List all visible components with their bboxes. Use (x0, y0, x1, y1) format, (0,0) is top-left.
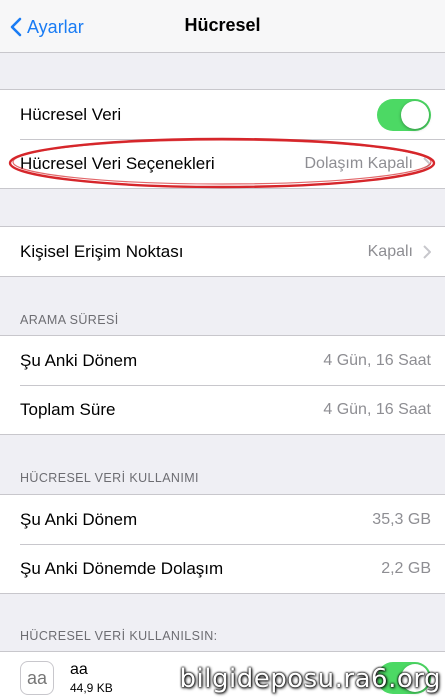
call-time-current-row: Şu Anki Dönem 4 Gün, 16 Saat (0, 336, 445, 385)
apps-header: HÜCRESEL VERİ KULLANILSIN: (20, 629, 218, 643)
app-icon: aa (20, 661, 54, 695)
call-time-total-label: Toplam Süre (20, 399, 116, 419)
cellular-data-options-value: Dolaşım Kapalı (304, 154, 414, 172)
data-usage-roaming-row: Şu Anki Dönemde Dolaşım 2,2 GB (0, 544, 445, 593)
navigation-bar: Ayarlar Hücresel (0, 0, 445, 53)
call-time-current-label: Şu Anki Dönem (20, 350, 138, 370)
data-usage-current-row: Şu Anki Dönem 35,3 GB (0, 495, 445, 544)
call-time-total-value: 4 Gün, 16 Saat (323, 400, 431, 418)
cellular-data-options-row[interactable]: Hücresel Veri Seçenekleri Dolaşım Kapalı (0, 139, 445, 188)
data-usage-roaming-label: Şu Anki Dönemde Dolaşım (20, 558, 224, 578)
data-usage-roaming-value: 2,2 GB (381, 559, 431, 577)
data-usage-header: HÜCRESEL VERİ KULLANIMI (20, 471, 199, 485)
cellular-data-group: Hücresel Veri Hücresel Veri Seçenekleri … (0, 89, 445, 189)
hotspot-group: Kişisel Erişim Noktası Kapalı (0, 226, 445, 277)
cellular-data-row: Hücresel Veri (0, 90, 445, 139)
chevron-right-icon (423, 156, 431, 171)
page-title: Hücresel (184, 15, 261, 35)
watermark: bilgideposu.ra6.org (179, 664, 441, 694)
data-usage-current-value: 35,3 GB (372, 510, 431, 528)
cellular-data-label: Hücresel Veri (20, 104, 122, 124)
call-time-current-value: 4 Gün, 16 Saat (323, 351, 431, 369)
hotspot-label: Kişisel Erişim Noktası (20, 241, 184, 261)
chevron-right-icon (423, 244, 431, 259)
cellular-data-options-label: Hücresel Veri Seçenekleri (20, 153, 215, 173)
call-time-header: ARAMA SÜRESİ (20, 313, 119, 327)
call-time-group: Şu Anki Dönem 4 Gün, 16 Saat Toplam Süre… (0, 335, 445, 435)
data-usage-current-label: Şu Anki Dönem (20, 509, 138, 529)
hotspot-value: Kapalı (367, 242, 413, 260)
cellular-data-toggle[interactable] (377, 98, 431, 131)
hotspot-row[interactable]: Kişisel Erişim Noktası Kapalı (0, 227, 445, 276)
toggle-knob (401, 100, 429, 129)
call-time-total-row: Toplam Süre 4 Gün, 16 Saat (0, 385, 445, 434)
data-usage-group: Şu Anki Dönem 35,3 GB Şu Anki Dönemde Do… (0, 494, 445, 594)
